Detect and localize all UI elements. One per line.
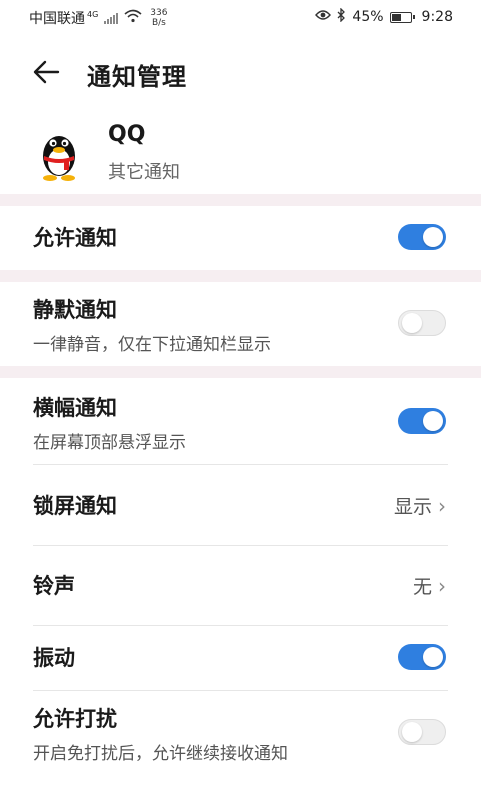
app-subtitle: 其它通知 [108, 162, 180, 183]
setting-label: 静默通知 [33, 298, 117, 322]
divider [33, 545, 448, 546]
network-speed: 336 B/s [150, 8, 168, 28]
eye-icon [315, 9, 332, 25]
carrier-label: 中国联通 [29, 11, 85, 27]
setting-description: 开启免打扰后，允许继续接收通知 [33, 744, 288, 764]
section-separator [0, 270, 481, 282]
section-separator [0, 194, 481, 206]
setting-allow-disturb[interactable]: 允许打扰 开启免打扰后，允许继续接收通知 [33, 703, 448, 764]
banner-notifications-toggle[interactable] [398, 408, 446, 434]
setting-value: 显示 › [394, 492, 446, 519]
ringtone-value: 无 [412, 576, 432, 598]
status-bar: 中国联通 4G 336 B/s 45% 9:28 [0, 0, 481, 34]
chevron-right-icon: › [438, 493, 446, 518]
setting-silent-notifications[interactable]: 静默通知 一律静音，仅在下拉通知栏显示 [33, 294, 448, 355]
setting-description: 一律静音，仅在下拉通知栏显示 [33, 335, 271, 355]
divider [33, 464, 448, 465]
allow-notifications-toggle[interactable] [398, 224, 446, 250]
setting-label: 振动 [33, 646, 75, 670]
lockscreen-value: 显示 [393, 496, 432, 518]
signal-icon [104, 12, 119, 24]
setting-vibration[interactable]: 振动 [33, 642, 448, 676]
setting-label: 锁屏通知 [33, 494, 117, 518]
setting-allow-notifications[interactable]: 允许通知 [33, 222, 448, 256]
chevron-right-icon: › [438, 573, 446, 598]
page-title: 通知管理 [87, 63, 187, 91]
clock: 9:28 [421, 9, 453, 25]
setting-banner-notifications[interactable]: 横幅通知 在屏幕顶部悬浮显示 [33, 392, 448, 453]
divider [33, 690, 448, 691]
battery-percent: 45% [352, 9, 384, 25]
section-separator [0, 366, 481, 378]
wifi-icon [124, 9, 142, 27]
allow-disturb-toggle[interactable] [398, 719, 446, 745]
bluetooth-icon [337, 7, 346, 26]
setting-label: 允许打扰 [33, 707, 117, 731]
setting-label: 横幅通知 [33, 396, 117, 420]
setting-label: 铃声 [33, 574, 75, 598]
back-button[interactable] [30, 55, 64, 89]
network-type: 4G [87, 9, 99, 19]
silent-notifications-toggle[interactable] [398, 310, 446, 336]
divider [33, 625, 448, 626]
setting-description: 在屏幕顶部悬浮显示 [33, 433, 186, 453]
arrow-left-icon [33, 60, 60, 84]
setting-value: 无 › [413, 572, 446, 599]
app-info: QQ 其它通知 [0, 118, 481, 198]
vibration-toggle[interactable] [398, 644, 446, 670]
qq-penguin-icon [38, 126, 80, 182]
setting-label: 允许通知 [33, 226, 117, 250]
setting-ringtone[interactable]: 铃声 无 › [33, 570, 448, 604]
battery-icon [389, 11, 415, 23]
app-name: QQ [108, 122, 146, 147]
header: 通知管理 [0, 45, 481, 101]
setting-lockscreen-notifications[interactable]: 锁屏通知 显示 › [33, 490, 448, 524]
